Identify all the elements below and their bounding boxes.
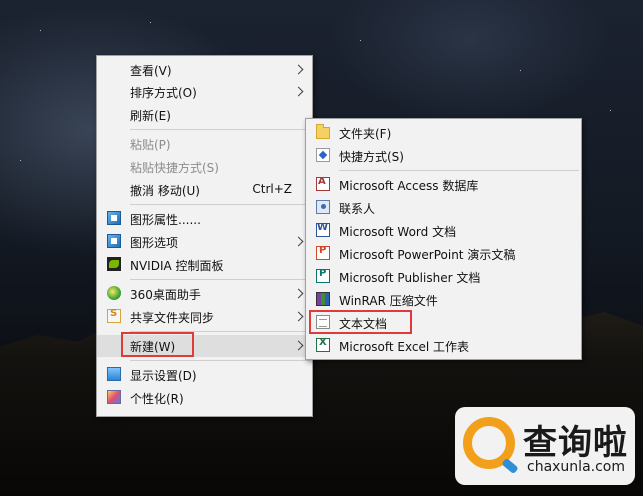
folder-icon bbox=[316, 124, 330, 139]
shared-folder-sync-icon bbox=[107, 308, 121, 323]
menu-separator bbox=[339, 170, 579, 171]
menu-item-label: 文件夹(F) bbox=[339, 127, 392, 141]
star bbox=[20, 160, 21, 161]
star bbox=[360, 40, 361, 41]
graphics-options-icon bbox=[107, 234, 121, 248]
menu-item-label: Microsoft Excel 工作表 bbox=[339, 340, 470, 354]
menu-item-refresh[interactable]: 刷新(E) bbox=[97, 104, 312, 126]
graphics-properties-icon bbox=[107, 211, 121, 225]
menu-item-view[interactable]: 查看(V) bbox=[97, 59, 312, 81]
submenu-item-access-database[interactable]: Microsoft Access 数据库 bbox=[306, 174, 581, 196]
menu-item-label: 显示设置(D) bbox=[130, 369, 197, 383]
menu-item-label: Microsoft Publisher 文档 bbox=[339, 271, 481, 285]
watermark-title: 查询啦 bbox=[523, 423, 628, 463]
chevron-right-icon bbox=[293, 288, 304, 299]
contact-icon bbox=[316, 200, 330, 214]
menu-item-personalize[interactable]: 个性化(R) bbox=[97, 387, 312, 409]
menu-item-label: 360桌面助手 bbox=[130, 288, 201, 302]
menu-item-label: WinRAR 压缩文件 bbox=[339, 294, 438, 308]
menu-separator bbox=[130, 129, 310, 130]
menu-item-paste-shortcut[interactable]: 粘贴快捷方式(S) bbox=[97, 156, 312, 178]
shortcut-icon bbox=[316, 148, 330, 162]
publisher-icon bbox=[316, 268, 330, 283]
360-icon bbox=[107, 286, 121, 300]
menu-item-label: NVIDIA 控制面板 bbox=[130, 259, 224, 273]
chevron-right-icon bbox=[293, 236, 304, 247]
star bbox=[150, 22, 151, 23]
menu-item-label: 撤消 移动(U) bbox=[130, 184, 200, 198]
word-icon bbox=[316, 222, 330, 237]
annotation-highlight-text-document bbox=[309, 310, 412, 334]
star bbox=[610, 110, 611, 111]
menu-item-display-settings[interactable]: 显示设置(D) bbox=[97, 364, 312, 386]
menu-item-paste[interactable]: 粘贴(P) bbox=[97, 133, 312, 155]
submenu-item-folder[interactable]: 文件夹(F) bbox=[306, 122, 581, 144]
desktop-context-menu: 查看(V) 排序方式(O) 刷新(E) 粘贴(P) 粘贴快捷方式(S) 撤消 移… bbox=[96, 55, 313, 417]
submenu-item-excel-worksheet[interactable]: Microsoft Excel 工作表 bbox=[306, 335, 581, 357]
menu-item-label: Microsoft PowerPoint 演示文稿 bbox=[339, 248, 516, 262]
submenu-item-winrar-archive[interactable]: WinRAR 压缩文件 bbox=[306, 289, 581, 311]
powerpoint-icon bbox=[316, 245, 330, 260]
star bbox=[520, 70, 521, 71]
winrar-icon bbox=[316, 292, 330, 306]
menu-item-label: 粘贴(P) bbox=[130, 138, 171, 152]
nvidia-icon bbox=[107, 257, 121, 271]
menu-item-360-desktop-assistant[interactable]: 360桌面助手 bbox=[97, 283, 312, 305]
submenu-item-word-document[interactable]: Microsoft Word 文档 bbox=[306, 220, 581, 242]
menu-item-label: Microsoft Access 数据库 bbox=[339, 179, 479, 193]
personalize-icon bbox=[107, 390, 121, 404]
submenu-item-publisher[interactable]: Microsoft Publisher 文档 bbox=[306, 266, 581, 288]
menu-item-label: 联系人 bbox=[339, 202, 376, 216]
access-icon bbox=[316, 176, 330, 191]
menu-item-undo-move[interactable]: 撤消 移动(U) Ctrl+Z bbox=[97, 179, 312, 201]
annotation-highlight-new bbox=[121, 332, 194, 357]
menu-item-label: 快捷方式(S) bbox=[339, 150, 404, 164]
menu-item-label: 查看(V) bbox=[130, 64, 172, 78]
submenu-item-contact[interactable]: 联系人 bbox=[306, 197, 581, 219]
menu-separator bbox=[130, 279, 310, 280]
watermark-url: chaxunla.com bbox=[527, 459, 625, 475]
menu-item-label: 图形选项 bbox=[130, 236, 179, 250]
menu-item-label: 共享文件夹同步 bbox=[130, 311, 215, 325]
chevron-right-icon bbox=[293, 340, 304, 351]
menu-separator bbox=[130, 204, 310, 205]
excel-icon bbox=[316, 337, 330, 352]
watermark-logo: 查询啦 chaxunla.com bbox=[455, 407, 635, 485]
chevron-right-icon bbox=[293, 311, 304, 322]
menu-item-label: 个性化(R) bbox=[130, 392, 184, 406]
menu-item-graphics-options[interactable]: 图形选项 bbox=[97, 231, 312, 253]
menu-separator bbox=[130, 360, 310, 361]
star bbox=[40, 30, 41, 31]
chevron-right-icon bbox=[293, 64, 304, 75]
submenu-item-powerpoint[interactable]: Microsoft PowerPoint 演示文稿 bbox=[306, 243, 581, 265]
menu-item-nvidia-control-panel[interactable]: NVIDIA 控制面板 bbox=[97, 254, 312, 276]
submenu-item-shortcut[interactable]: 快捷方式(S) bbox=[306, 145, 581, 167]
chevron-right-icon bbox=[293, 86, 304, 97]
menu-item-shared-folder-sync[interactable]: 共享文件夹同步 bbox=[97, 306, 312, 328]
magnifier-logo-icon bbox=[463, 417, 515, 469]
menu-item-label: 刷新(E) bbox=[130, 109, 171, 123]
keyboard-shortcut: Ctrl+Z bbox=[252, 182, 292, 196]
menu-item-sort-by[interactable]: 排序方式(O) bbox=[97, 81, 312, 103]
menu-item-graphics-properties[interactable]: 图形属性...... bbox=[97, 208, 312, 230]
menu-item-label: 粘贴快捷方式(S) bbox=[130, 161, 219, 175]
menu-item-label: 排序方式(O) bbox=[130, 86, 197, 100]
menu-item-label: 图形属性...... bbox=[130, 213, 201, 227]
menu-item-label: Microsoft Word 文档 bbox=[339, 225, 457, 239]
display-icon bbox=[107, 367, 121, 381]
